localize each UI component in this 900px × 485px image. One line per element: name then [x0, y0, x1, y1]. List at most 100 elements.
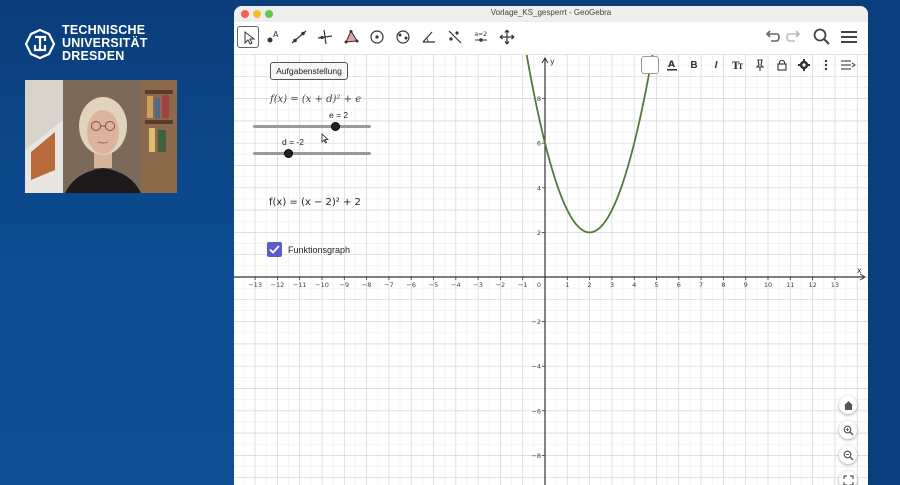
zoom-out-icon — [843, 450, 853, 460]
svg-text:a=2: a=2 — [475, 31, 488, 38]
toggle-style-bar-icon — [841, 60, 856, 70]
point-tool-icon: A — [267, 30, 279, 43]
pin-button[interactable] — [750, 55, 770, 75]
x-tick-label: −12 — [271, 281, 285, 289]
circle-through-points-tool-button[interactable] — [392, 26, 414, 48]
toggle-style-bar-button[interactable] — [838, 55, 858, 75]
move-view-tool-icon — [499, 29, 515, 45]
zoom-in-button[interactable] — [839, 421, 857, 439]
home-view-button[interactable] — [839, 396, 857, 414]
circle-tool-button[interactable] — [366, 26, 388, 48]
mouse-cursor-icon — [321, 133, 329, 144]
lock-button[interactable] — [772, 55, 792, 75]
general-function-formula: f(x) = (x + d)² + e — [270, 94, 362, 105]
perpendicular-line-tool-icon — [317, 29, 333, 45]
tu-logo-mark-icon — [24, 28, 56, 59]
y-tick-label: −2 — [531, 318, 541, 326]
slider-e-knob[interactable] — [331, 122, 340, 131]
zoom-in-icon — [843, 425, 853, 435]
move-view-tool-button[interactable] — [496, 26, 518, 48]
x-tick-label: 11 — [786, 281, 794, 289]
angle-tool-button[interactable] — [418, 26, 440, 48]
x-tick-label: 7 — [699, 281, 703, 289]
angle-tool-icon — [422, 31, 435, 43]
slider-d-track[interactable] — [253, 152, 371, 155]
x-tick-label: 0 — [537, 281, 541, 289]
polygon-tool-button[interactable] — [340, 26, 362, 48]
geogebra-window: Vorlage_KS_gesperrt - GeoGebra A a=2 x y… — [234, 6, 868, 485]
x-tick-label: 13 — [831, 281, 839, 289]
x-tick-label: −7 — [384, 281, 394, 289]
webcam-feed — [25, 80, 177, 193]
x-tick-label: −2 — [496, 281, 506, 289]
font-size-button[interactable]: TT — [728, 55, 748, 75]
x-tick-label: −5 — [429, 281, 439, 289]
y-tick-label: −4 — [531, 363, 541, 371]
text-color-button[interactable]: A — [662, 55, 682, 75]
pin-icon — [755, 59, 765, 71]
main-menu-button[interactable] — [839, 27, 859, 47]
y-tick-label: 4 — [537, 184, 541, 192]
search-button[interactable] — [812, 27, 832, 47]
slider-tool-icon: a=2 — [475, 31, 488, 42]
polygon-tool-icon — [344, 29, 359, 44]
settings-button[interactable] — [794, 55, 814, 75]
color-swatch-button[interactable] — [640, 55, 660, 75]
x-tick-label: 6 — [677, 281, 681, 289]
color-swatch — [641, 56, 659, 74]
x-tick-label: −1 — [518, 281, 528, 289]
bold-button[interactable]: B — [684, 55, 704, 75]
function-graph-checkbox-row[interactable]: Funktionsgraph — [267, 242, 350, 257]
x-tick-label: 1 — [565, 281, 569, 289]
point-tool-button[interactable]: A — [262, 26, 284, 48]
y-axis-label: y — [550, 57, 555, 66]
x-tick-label: −3 — [473, 281, 483, 289]
university-name: TECHNISCHE UNIVERSITÄT DRESDEN — [62, 24, 148, 63]
window-title: Vorlage_KS_gesperrt - GeoGebra — [490, 8, 612, 17]
reflect-tool-button[interactable] — [444, 26, 466, 48]
university-line-3: DRESDEN — [62, 49, 125, 63]
presenter-video — [25, 80, 177, 193]
circle-through-points-tool-icon — [396, 30, 410, 44]
slider-tool-button[interactable]: a=2 — [470, 26, 492, 48]
y-tick-label: −8 — [531, 452, 541, 460]
specific-function-formula: f(x) = (x − 2)² + 2 — [269, 197, 361, 208]
slider-e-track[interactable] — [253, 125, 371, 128]
x-tick-label: −4 — [451, 281, 461, 289]
x-tick-label: 9 — [744, 281, 748, 289]
function-graph-checkbox-label: Funktionsgraph — [288, 244, 351, 255]
slider-d-knob[interactable] — [284, 149, 293, 158]
x-tick-label: 4 — [632, 281, 636, 289]
reflect-tool-icon — [448, 30, 462, 44]
move-tool-button[interactable] — [237, 26, 259, 48]
x-tick-label: −6 — [406, 281, 416, 289]
line-tool-icon — [291, 30, 307, 44]
y-tick-label: −6 — [531, 407, 541, 415]
settings-gear-icon — [798, 59, 810, 71]
zoom-out-button[interactable] — [839, 446, 857, 464]
x-tick-label: 2 — [588, 281, 592, 289]
undo-button[interactable] — [762, 27, 782, 47]
fullscreen-button[interactable] — [839, 471, 857, 485]
x-tick-label: −8 — [362, 281, 372, 289]
redo-button[interactable] — [784, 27, 804, 47]
menu-icon — [841, 31, 857, 43]
line-tool-button[interactable] — [288, 26, 310, 48]
x-tick-label: −13 — [248, 281, 262, 289]
task-button[interactable]: Aufgabenstellung — [270, 62, 348, 80]
function-graph-checkbox[interactable] — [267, 242, 282, 257]
slider-d-label: d = -2 — [282, 137, 304, 147]
perpendicular-line-tool-button[interactable] — [314, 26, 336, 48]
x-tick-label: 12 — [808, 281, 816, 289]
x-tick-label: 8 — [721, 281, 725, 289]
italic-button[interactable]: I — [706, 55, 726, 75]
more-options-button[interactable] — [816, 55, 836, 75]
text-color-icon: A — [667, 60, 677, 71]
svg-text:T: T — [738, 62, 744, 71]
redo-icon — [786, 30, 801, 42]
tu-dresden-logo: TECHNISCHE UNIVERSITÄT DRESDEN — [24, 24, 148, 63]
more-options-icon — [824, 59, 828, 71]
window-titlebar: Vorlage_KS_gesperrt - GeoGebra — [234, 6, 868, 23]
home-icon — [843, 400, 853, 410]
x-tick-label: −10 — [315, 281, 329, 289]
